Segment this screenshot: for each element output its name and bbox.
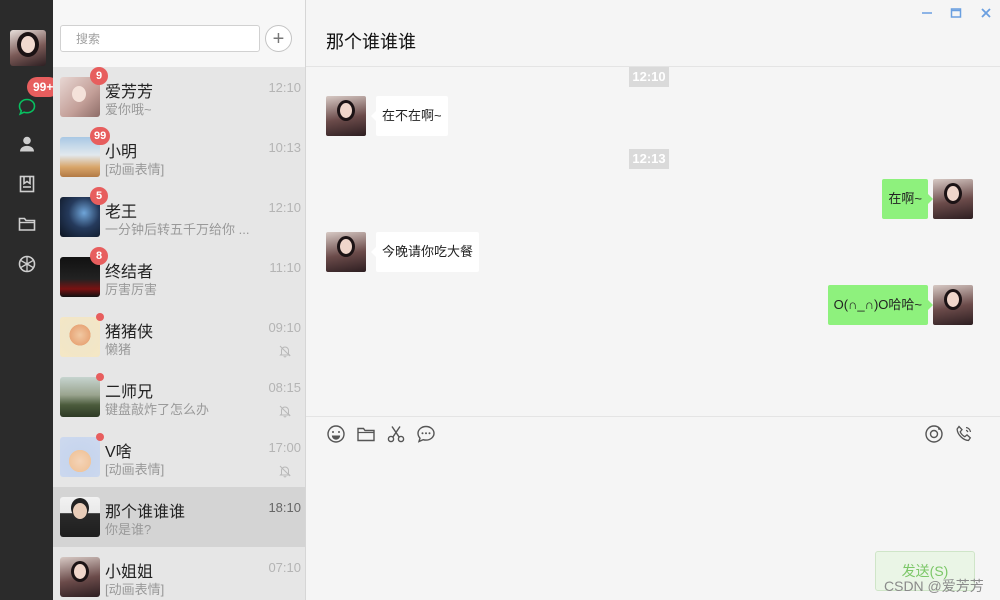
unread-dot — [96, 313, 104, 321]
watermark: CSDN @爱芳芳 — [884, 578, 984, 594]
message-bubble-out: O(∩_∩)O哈哈~ — [827, 285, 934, 325]
contacts-icon[interactable] — [14, 131, 40, 157]
maximize-icon[interactable] — [949, 6, 963, 20]
folder-icon[interactable] — [14, 211, 40, 237]
conversation-time: 12:10 — [268, 80, 301, 95]
chat-title: 那个谁谁谁 — [326, 32, 416, 52]
my-avatar-small — [933, 179, 973, 219]
moments-icon[interactable] — [14, 251, 40, 277]
mute-bell-icon — [279, 345, 291, 358]
search-bar: + — [53, 0, 305, 67]
favorites-icon[interactable] — [14, 171, 40, 197]
avatar — [60, 497, 100, 537]
chat-history-icon[interactable] — [415, 423, 437, 445]
contact-avatar — [326, 96, 366, 136]
conversation-time: 10:13 — [268, 140, 301, 155]
video-call-icon[interactable] — [923, 423, 945, 445]
conversation-time: 09:10 — [268, 320, 301, 335]
avatar — [60, 437, 100, 477]
conversation-time: 18:10 — [268, 500, 301, 515]
avatar — [60, 317, 100, 357]
my-avatar-small — [933, 285, 973, 325]
emoji-icon[interactable] — [325, 423, 347, 445]
conversation-item[interactable]: 8 终结者 厉害厉害 11:10 — [53, 247, 305, 307]
conversation-preview: 一分钟后转五千万给你 ... — [105, 222, 250, 237]
close-icon[interactable] — [979, 6, 993, 20]
file-folder-icon[interactable] — [355, 423, 377, 445]
conversation-item-active[interactable]: 那个谁谁谁 你是谁? 18:10 — [53, 487, 305, 547]
composer: 发送(S) CSDN @爱芳芳 — [306, 416, 1000, 600]
time-stamp: 12:13 — [629, 149, 669, 169]
message-bubble-in: 在不在啊~ — [371, 96, 448, 136]
chat-icon[interactable] — [14, 94, 40, 120]
conversation-item[interactable]: 9 爱芳芳 爱你哦~ 12:10 — [53, 67, 305, 127]
conversation-item[interactable]: 猪猪侠 懒猪 09:10 — [53, 307, 305, 367]
unread-dot — [96, 433, 104, 441]
conversation-time: 07:10 — [268, 560, 301, 575]
conversation-preview: 键盘敲炸了怎么办 — [105, 402, 210, 417]
conversation-preview: [动画表情] — [105, 162, 165, 177]
conversation-item[interactable]: 小姐姐 [动画表情] 07:10 — [53, 547, 305, 600]
minimize-icon[interactable] — [920, 6, 934, 20]
message-input[interactable] — [324, 453, 984, 545]
add-button[interactable]: + — [265, 25, 292, 52]
conversation-time: 11:10 — [269, 260, 301, 275]
conversation-preview: 你是谁? — [105, 522, 152, 537]
conversation-preview: 爱你哦~ — [105, 102, 152, 117]
conversation-time: 12:10 — [268, 200, 301, 215]
message-bubble-in: 今晚请你吃大餐 — [370, 232, 480, 272]
conversation-preview: 厉害厉害 — [105, 282, 158, 297]
message-bubble-out: 在啊~ — [882, 179, 933, 219]
mute-bell-icon — [279, 405, 291, 418]
avatar — [60, 377, 100, 417]
voice-call-icon[interactable] — [953, 423, 975, 445]
conversation-item[interactable]: 二师兄 键盘敲炸了怎么办 08:15 — [53, 367, 305, 427]
conversation-preview: 懒猪 — [105, 342, 132, 357]
conversation-time: 08:15 — [268, 380, 301, 395]
conversation-preview: [动画表情] — [105, 582, 165, 597]
contact-avatar — [326, 232, 366, 272]
my-avatar[interactable] — [10, 30, 46, 66]
conversation-list: + 9 爱芳芳 爱你哦~ 12:10 99 小明 [动画表情] 10:13 5 … — [53, 0, 306, 600]
conversation-preview: [动画表情] — [105, 462, 165, 477]
search-input[interactable] — [60, 25, 260, 52]
conversation-item[interactable]: V啥 [动画表情] 17:00 — [53, 427, 305, 487]
chat-panel: 那个谁谁谁 12:10 在不在啊~ 12:13 在啊~ 今晚请你吃大餐 O(∩_… — [306, 0, 1000, 600]
avatar — [60, 557, 100, 597]
unread-dot — [96, 373, 104, 381]
time-stamp: 12:10 — [629, 67, 669, 87]
mute-bell-icon — [279, 465, 291, 478]
icon-rail: 99+ — [0, 0, 60, 600]
message-area: 12:10 在不在啊~ 12:13 在啊~ 今晚请你吃大餐 O(∩_∩)O哈哈~ — [306, 67, 1000, 416]
chat-header: 那个谁谁谁 — [306, 0, 1000, 67]
scissors-icon[interactable] — [385, 423, 407, 445]
conversation-item[interactable]: 99 小明 [动画表情] 10:13 — [53, 127, 305, 187]
conversation-time: 17:00 — [268, 440, 301, 455]
conversation-item[interactable]: 5 老王 一分钟后转五千万给你 ... 12:10 — [53, 187, 305, 247]
